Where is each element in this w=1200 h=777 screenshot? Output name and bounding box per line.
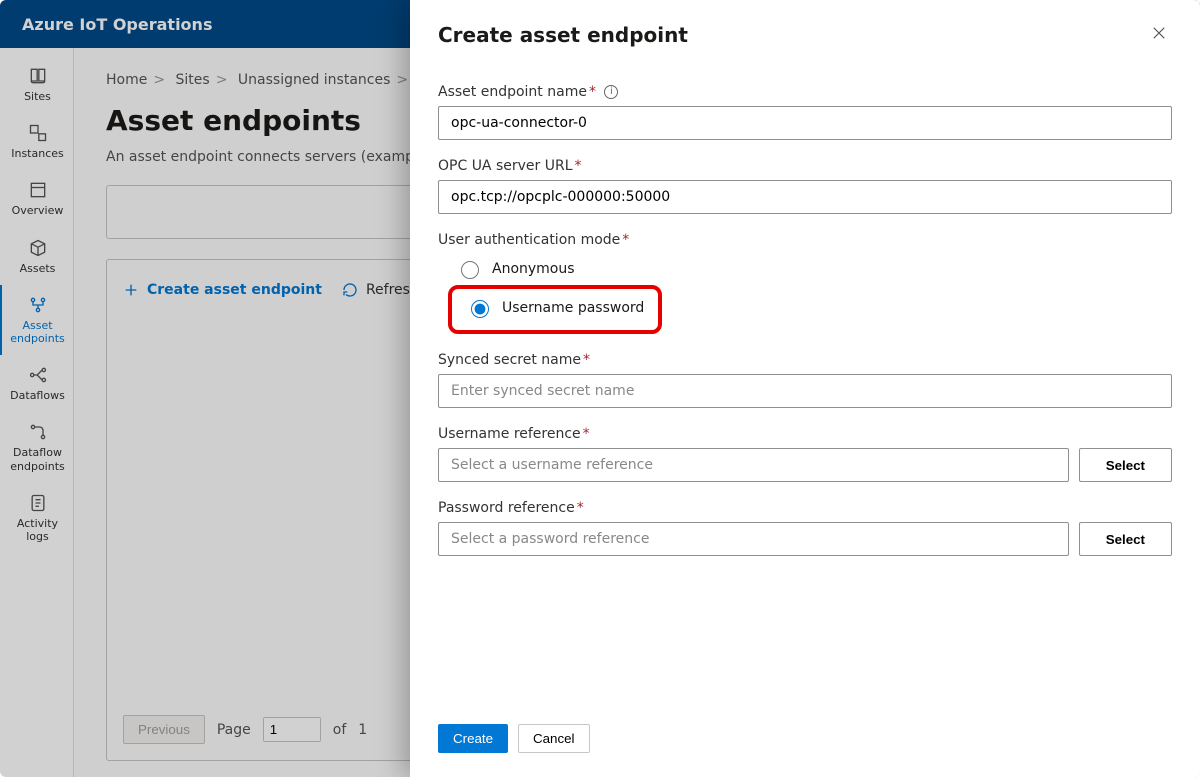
- instances-icon: [28, 123, 48, 143]
- refresh-icon: [342, 282, 358, 298]
- radio-input[interactable]: [461, 261, 479, 279]
- field-auth-mode: User authentication mode* Anonymous User…: [438, 232, 1172, 334]
- nav-dataflow-endpoints[interactable]: Dataflow endpoints: [0, 412, 73, 482]
- field-opcua-url: OPC UA server URL*: [438, 158, 1172, 214]
- plus-icon: [123, 282, 139, 298]
- radio-label: Anonymous: [492, 261, 575, 277]
- close-icon: [1150, 24, 1168, 42]
- auth-mode-username-password[interactable]: Username password: [458, 293, 652, 322]
- activity-logs-icon: [28, 493, 48, 513]
- nav-label: Asset endpoints: [6, 319, 69, 345]
- nav-label: Dataflows: [10, 389, 65, 402]
- nav-sites[interactable]: Sites: [0, 56, 73, 113]
- endpoint-icon: [28, 295, 48, 315]
- field-username-reference: Username reference* Select: [438, 426, 1172, 482]
- close-panel-button[interactable]: [1146, 20, 1172, 50]
- nav-asset-endpoints[interactable]: Asset endpoints: [0, 285, 73, 355]
- pager-page-label: Page: [217, 722, 251, 738]
- synced-secret-input[interactable]: [438, 374, 1172, 408]
- breadcrumb-item[interactable]: Home: [106, 72, 147, 88]
- nav-label: Dataflow endpoints: [6, 446, 69, 472]
- nav-label: Instances: [11, 147, 64, 160]
- nav-label: Activity logs: [6, 517, 69, 543]
- app-title: Azure IoT Operations: [22, 15, 212, 34]
- pager-total: 1: [358, 722, 367, 738]
- nav-activity-logs[interactable]: Activity logs: [0, 483, 73, 553]
- pager-previous-button[interactable]: Previous: [123, 715, 205, 744]
- field-label: Username reference*: [438, 426, 1172, 442]
- nav-assets[interactable]: Assets: [0, 228, 73, 285]
- radio-input[interactable]: [471, 300, 489, 318]
- field-label: Asset endpoint name* i: [438, 84, 1172, 100]
- left-nav: Sites Instances Overview Assets Asset en…: [0, 48, 74, 777]
- book-icon: [28, 66, 48, 86]
- create-label: Create asset endpoint: [147, 282, 322, 298]
- cancel-button[interactable]: Cancel: [518, 724, 590, 753]
- radio-label: Username password: [502, 300, 644, 316]
- pager-of-label: of: [333, 722, 347, 738]
- create-asset-endpoint-panel: Create asset endpoint Asset endpoint nam…: [410, 0, 1200, 777]
- nav-label: Overview: [12, 204, 64, 217]
- breadcrumb-item[interactable]: Sites: [176, 72, 210, 88]
- nav-dataflows[interactable]: Dataflows: [0, 355, 73, 412]
- create-button[interactable]: Create: [438, 724, 508, 753]
- password-reference-select-button[interactable]: Select: [1079, 522, 1172, 556]
- field-label: Synced secret name*: [438, 352, 1172, 368]
- field-password-reference: Password reference* Select: [438, 500, 1172, 556]
- field-synced-secret: Synced secret name*: [438, 352, 1172, 408]
- field-label: OPC UA server URL*: [438, 158, 1172, 174]
- breadcrumb-item[interactable]: Unassigned instances: [238, 72, 391, 88]
- field-label: Password reference*: [438, 500, 1172, 516]
- refresh-button[interactable]: Refresh: [342, 282, 419, 298]
- password-reference-input[interactable]: [438, 522, 1069, 556]
- opcua-url-input[interactable]: [438, 180, 1172, 214]
- panel-title: Create asset endpoint: [438, 23, 688, 47]
- username-reference-input[interactable]: [438, 448, 1069, 482]
- nav-label: Assets: [20, 262, 56, 275]
- assets-icon: [28, 238, 48, 258]
- dataflows-icon: [28, 365, 48, 385]
- field-label: User authentication mode*: [438, 232, 1172, 248]
- nav-overview[interactable]: Overview: [0, 170, 73, 227]
- username-reference-select-button[interactable]: Select: [1079, 448, 1172, 482]
- dataflow-endpoints-icon: [28, 422, 48, 442]
- highlight-box: Username password: [448, 285, 662, 334]
- info-icon[interactable]: i: [604, 85, 618, 99]
- field-asset-endpoint-name: Asset endpoint name* i: [438, 84, 1172, 140]
- overview-icon: [28, 180, 48, 200]
- pager-page-input[interactable]: [263, 717, 321, 742]
- nav-instances[interactable]: Instances: [0, 113, 73, 170]
- nav-label: Sites: [24, 90, 51, 103]
- asset-endpoint-name-input[interactable]: [438, 106, 1172, 140]
- auth-mode-anonymous[interactable]: Anonymous: [448, 254, 1172, 283]
- create-asset-endpoint-button[interactable]: Create asset endpoint: [123, 282, 322, 298]
